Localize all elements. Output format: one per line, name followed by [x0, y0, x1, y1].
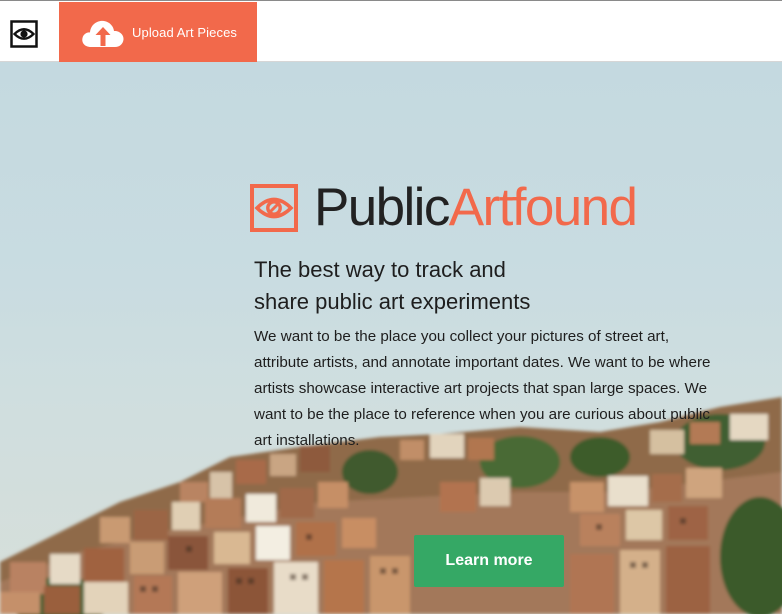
hero-section: PublicArtfound The best way to track and… — [0, 62, 782, 614]
tagline-line-1: The best way to track and — [254, 257, 506, 282]
home-eye-button[interactable] — [8, 18, 40, 50]
hero-tagline: The best way to track and share public a… — [254, 254, 594, 318]
eye-icon — [10, 20, 38, 48]
cloud-upload-icon — [82, 20, 124, 47]
brand-name-artfound: Artfound — [448, 178, 638, 237]
brand-wordmark: PublicArtfound — [314, 178, 638, 237]
brand-name-public: Public — [314, 178, 450, 237]
eye-logo-icon — [250, 184, 298, 232]
brand-logo: PublicArtfound — [250, 178, 638, 237]
upload-button-label: Upload Art Pieces — [132, 25, 238, 40]
top-navbar: Upload Art Pieces — [0, 0, 782, 63]
learn-more-button[interactable]: Learn more — [414, 535, 564, 587]
hero-description: We want to be the place you collect your… — [254, 328, 711, 449]
tagline-line-2: share public art experiments — [254, 289, 531, 314]
upload-art-button[interactable]: Upload Art Pieces — [59, 2, 257, 63]
